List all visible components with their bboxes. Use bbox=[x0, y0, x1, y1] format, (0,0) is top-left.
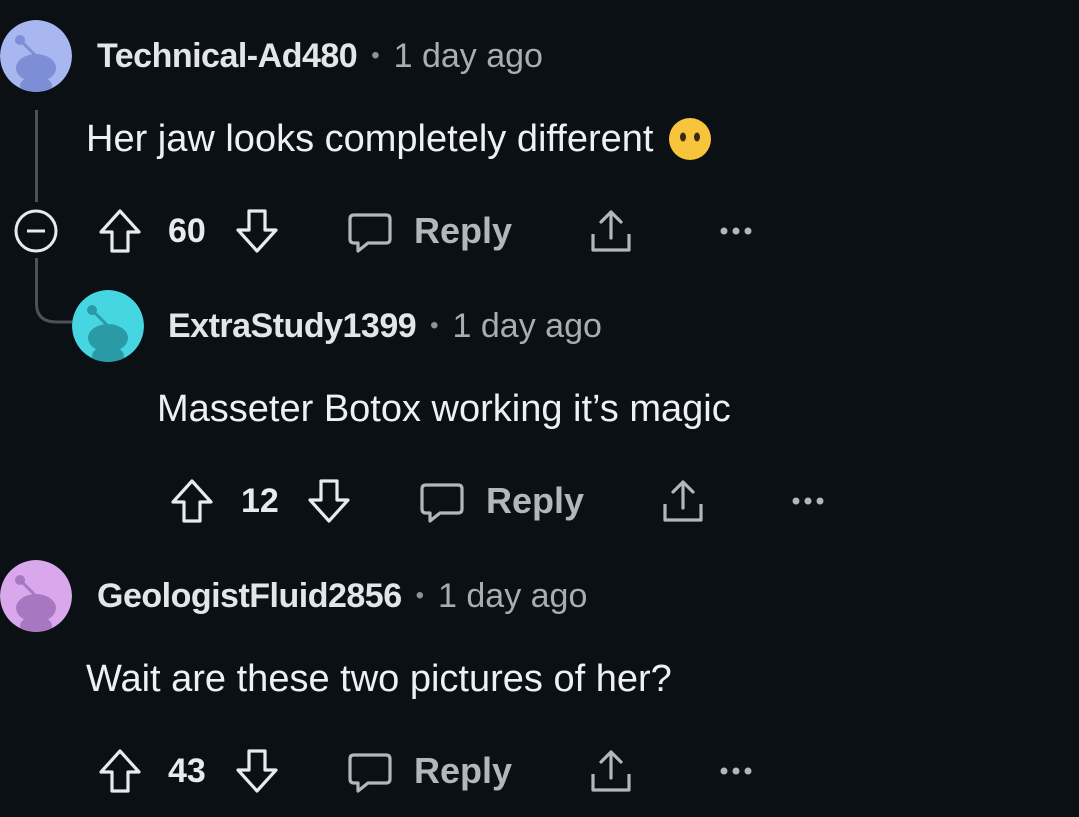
separator-dot: • bbox=[430, 312, 439, 339]
timestamp: 1 day ago bbox=[393, 36, 543, 75]
username[interactable]: Technical-Ad480 bbox=[97, 37, 358, 76]
separator-dot: • bbox=[415, 582, 425, 609]
emoji-icon bbox=[667, 116, 713, 162]
more-options-button[interactable] bbox=[718, 741, 754, 801]
arrow-down-icon bbox=[308, 479, 350, 523]
share-button[interactable] bbox=[659, 471, 707, 531]
username[interactable]: GeologistFluid2856 bbox=[97, 577, 402, 616]
score: 43 bbox=[168, 752, 206, 790]
minus-circle-icon bbox=[14, 209, 58, 253]
arrow-down-icon bbox=[236, 749, 278, 793]
collapse-button[interactable] bbox=[10, 201, 62, 261]
action-bar: 12 Reply bbox=[0, 471, 850, 531]
ellipsis-icon bbox=[792, 497, 824, 505]
upvote-button[interactable] bbox=[168, 471, 216, 531]
comment-body: Her jaw looks completely different bbox=[86, 116, 713, 162]
reply-label: Reply bbox=[414, 210, 513, 251]
share-icon bbox=[663, 480, 703, 522]
ellipsis-icon bbox=[720, 767, 752, 775]
timestamp: 1 day ago bbox=[438, 576, 588, 615]
avatar[interactable] bbox=[72, 290, 144, 362]
avatar[interactable] bbox=[0, 20, 72, 92]
ellipsis-icon bbox=[720, 227, 752, 235]
speech-bubble-icon bbox=[420, 483, 464, 523]
score: 60 bbox=[168, 212, 206, 250]
downvote-button[interactable] bbox=[233, 201, 281, 261]
speech-bubble-icon bbox=[348, 213, 392, 253]
more-options-button[interactable] bbox=[790, 471, 826, 531]
share-button[interactable] bbox=[587, 741, 635, 801]
arrow-up-icon bbox=[171, 479, 213, 523]
avatar[interactable] bbox=[0, 560, 72, 632]
comment-text: Wait are these two pictures of her? bbox=[86, 658, 672, 700]
arrow-down-icon bbox=[236, 209, 278, 253]
timestamp: 1 day ago bbox=[452, 306, 602, 345]
reply-label: Reply bbox=[486, 480, 585, 521]
upvote-button[interactable] bbox=[96, 201, 144, 261]
thread-line-vertical bbox=[35, 110, 38, 202]
comment-meta: GeologistFluid2856 • 1 day ago bbox=[97, 576, 587, 616]
downvote-button[interactable] bbox=[233, 741, 281, 801]
score: 12 bbox=[241, 482, 279, 520]
share-icon bbox=[591, 210, 631, 252]
comment-meta: ExtraStudy1399 • 1 day ago bbox=[168, 306, 602, 346]
comment-body: Masseter Botox working it’s magic bbox=[157, 386, 731, 432]
action-bar: 60 Reply bbox=[0, 201, 800, 261]
upvote-button[interactable] bbox=[96, 741, 144, 801]
reply-button[interactable]: Reply bbox=[346, 741, 516, 801]
comment-text: Masseter Botox working it’s magic bbox=[157, 388, 731, 430]
speech-bubble-icon bbox=[348, 753, 392, 793]
separator-dot: • bbox=[371, 42, 380, 69]
arrow-up-icon bbox=[99, 209, 141, 253]
more-options-button[interactable] bbox=[718, 201, 754, 261]
comment-meta: Technical-Ad480 • 1 day ago bbox=[97, 36, 543, 76]
share-button[interactable] bbox=[587, 201, 635, 261]
reply-button[interactable]: Reply bbox=[418, 471, 588, 531]
action-bar: 43 Reply bbox=[0, 741, 800, 801]
downvote-button[interactable] bbox=[305, 471, 353, 531]
comment-body: Wait are these two pictures of her? bbox=[86, 656, 672, 702]
arrow-up-icon bbox=[99, 749, 141, 793]
reply-label: Reply bbox=[414, 750, 513, 791]
comment-text: Her jaw looks completely different bbox=[86, 118, 654, 160]
reply-button[interactable]: Reply bbox=[346, 201, 516, 261]
username[interactable]: ExtraStudy1399 bbox=[168, 307, 417, 346]
share-icon bbox=[591, 750, 631, 792]
